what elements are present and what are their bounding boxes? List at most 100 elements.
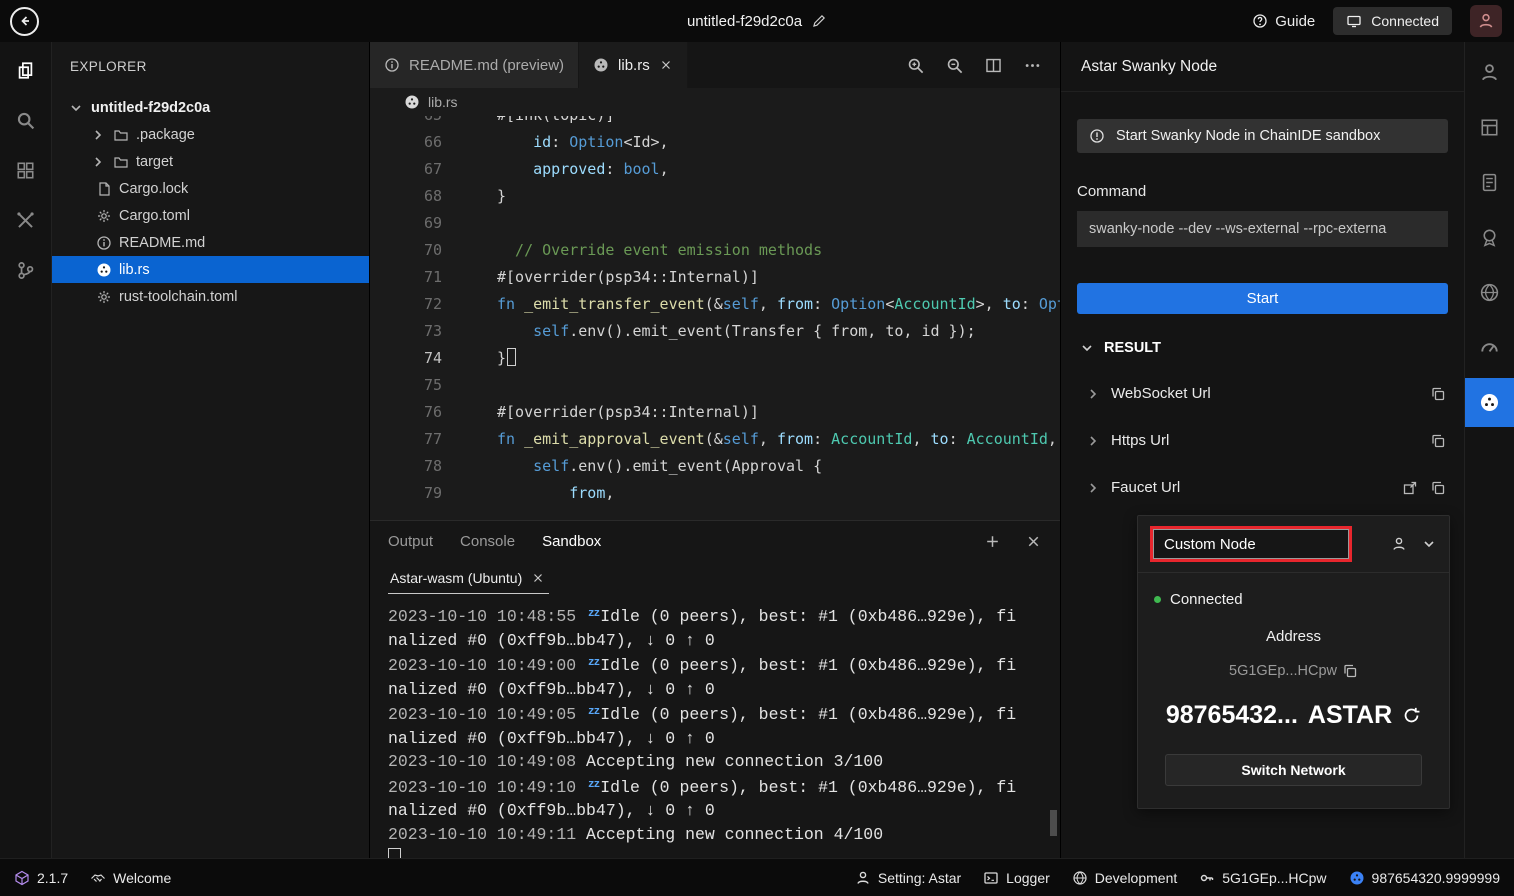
chevron-right-icon [90, 154, 106, 170]
split-editor-icon[interactable] [984, 56, 1003, 75]
code-line-68[interactable]: 68} [370, 183, 1060, 210]
tree-item-readme-md[interactable]: README.md [52, 229, 369, 256]
tree-item-cargo-lock[interactable]: Cargo.lock [52, 175, 369, 202]
code-line-73[interactable]: 73 self.env().emit_event(Transfer { from… [370, 318, 1060, 345]
copy-icon[interactable] [1342, 663, 1358, 679]
tab-readme-md-preview[interactable]: README.md (preview) [370, 42, 579, 88]
status-wallet-address[interactable]: 5G1GEp...HCpw [1199, 870, 1326, 886]
account-icon[interactable] [1391, 536, 1407, 552]
result-faucet-url[interactable]: Faucet Url [1061, 464, 1464, 511]
close-icon[interactable] [659, 58, 673, 72]
person-icon [1479, 62, 1500, 83]
back-button[interactable] [10, 7, 39, 36]
panel-tab-console[interactable]: Console [460, 529, 515, 554]
activity-extensions[interactable] [2, 148, 50, 192]
terminal-tab[interactable]: Astar-wasm (Ubuntu) [388, 570, 549, 594]
tree-label: rust-toolchain.toml [119, 289, 237, 305]
activity-web[interactable] [1466, 268, 1514, 317]
edit-title-icon[interactable] [811, 13, 827, 29]
activity-build-tools[interactable] [2, 198, 50, 242]
activity-layout[interactable] [1466, 103, 1514, 152]
status-logger[interactable]: Logger [983, 870, 1050, 886]
code-line-75[interactable]: 75 [370, 372, 1060, 399]
terminal-scrollbar[interactable] [1050, 810, 1057, 836]
arrow-left-icon [17, 13, 33, 29]
tree-item-target[interactable]: target [52, 148, 369, 175]
avatar[interactable] [1470, 5, 1502, 37]
guide-button[interactable]: Guide [1252, 13, 1315, 30]
activity-source-control[interactable] [2, 248, 50, 292]
copy-icon[interactable] [1430, 433, 1446, 449]
code-line-79[interactable]: 79 from, [370, 480, 1060, 507]
code-line-77[interactable]: 77fn _emit_approval_event(&self, from: A… [370, 426, 1060, 453]
tree-label: .package [136, 127, 195, 143]
external-icon[interactable] [1402, 480, 1418, 496]
node-select[interactable]: Custom Node [1153, 529, 1349, 559]
tree-item-cargo-toml[interactable]: Cargo.toml [52, 202, 369, 229]
code-line-71[interactable]: 71#[overrider(psp34::Internal)] [370, 264, 1060, 291]
result-https-url[interactable]: Https Url [1061, 417, 1464, 464]
status-environment[interactable]: Development [1072, 870, 1178, 886]
panel-tab-output[interactable]: Output [388, 529, 433, 554]
code-line-72[interactable]: 72fn _emit_transfer_event(&self, from: O… [370, 291, 1060, 318]
activity-notes[interactable] [1466, 158, 1514, 207]
activity-badge[interactable] [1466, 213, 1514, 262]
switch-network-button[interactable]: Switch Network [1165, 754, 1422, 786]
guide-label: Guide [1275, 13, 1315, 30]
code-line-67[interactable]: 67 approved: bool, [370, 156, 1060, 183]
refresh-icon[interactable] [1402, 706, 1421, 725]
add-terminal-icon[interactable] [984, 533, 1001, 550]
code-line-66[interactable]: 66 id: Option<Id>, [370, 129, 1060, 156]
line-number: 66 [370, 129, 442, 156]
activity-search[interactable] [2, 98, 50, 142]
log-line: 2023-10-10 10:49:08 Accepting new connec… [388, 750, 1020, 774]
activity-explorer[interactable] [2, 48, 50, 92]
close-panel-icon[interactable] [1025, 533, 1042, 550]
status-version[interactable]: 2.1.7 [14, 870, 68, 886]
breadcrumb-file: lib.rs [428, 94, 458, 110]
result-label: RESULT [1104, 340, 1161, 356]
copy-icon[interactable] [1430, 386, 1446, 402]
zoom-out-icon[interactable] [945, 56, 964, 75]
tree-item-untitled-f29d2c0a[interactable]: untitled-f29d2c0a [52, 94, 369, 121]
code-line-70[interactable]: 70 // Override event emission methods [370, 237, 1060, 264]
code-line-76[interactable]: 76#[overrider(psp34::Internal)] [370, 399, 1060, 426]
activity-account[interactable] [1466, 48, 1514, 97]
chevron-down-icon [68, 100, 84, 116]
panel-tab-sandbox[interactable]: Sandbox [542, 529, 601, 554]
tab-lib-rs[interactable]: lib.rs [579, 42, 688, 88]
start-button[interactable]: Start [1077, 283, 1448, 314]
code-editor[interactable]: 65#[ink(topic)]66 id: Option<Id>,67 appr… [370, 116, 1060, 520]
panel-actions [984, 533, 1042, 550]
astar-icon [593, 57, 609, 73]
tree-item-lib-rs[interactable]: lib.rs [52, 256, 369, 283]
tree-item-package[interactable]: .package [52, 121, 369, 148]
activity-astar-plugin[interactable] [1465, 378, 1514, 427]
code-line-74[interactable]: 74} [370, 345, 1060, 372]
copy-icon[interactable] [1430, 480, 1446, 496]
status-bar: 2.1.7 Welcome Setting: Astar Logger Develop… [0, 858, 1514, 896]
astar-file-icon [404, 94, 420, 110]
tree-item-rust-toolchain-toml[interactable]: rust-toolchain.toml [52, 283, 369, 310]
connected-button[interactable]: Connected [1333, 7, 1452, 35]
more-actions-icon[interactable] [1023, 56, 1042, 75]
code-line-78[interactable]: 78 self.env().emit_event(Approval { [370, 453, 1060, 480]
status-setting-astar[interactable]: Setting: Astar [855, 870, 961, 886]
code-line-69[interactable]: 69 [370, 210, 1060, 237]
status-welcome[interactable]: Welcome [90, 870, 171, 886]
result-section-toggle[interactable]: RESULT [1061, 326, 1464, 370]
code-line-65[interactable]: 65#[ink(topic)] [370, 116, 1060, 129]
result-websocket-url[interactable]: WebSocket Url [1061, 370, 1464, 417]
status-wallet-balance[interactable]: 987654320.9999999 [1349, 870, 1500, 886]
globe-icon [1072, 870, 1088, 886]
bottom-panel: Output Console Sandbox Astar-wasm (Ubuntu)… [370, 520, 1060, 858]
zoom-in-icon[interactable] [906, 56, 925, 75]
sandbox-banner: Start Swanky Node in ChainIDE sandbox [1077, 119, 1448, 153]
command-input[interactable] [1077, 211, 1448, 247]
badge-icon [1479, 227, 1500, 248]
close-icon[interactable] [531, 571, 545, 585]
activity-monitor[interactable] [1466, 323, 1514, 372]
chevron-down-icon[interactable] [1421, 536, 1437, 552]
gear-icon [96, 208, 112, 224]
workspace-title-wrap: untitled-f29d2c0a [687, 13, 827, 30]
